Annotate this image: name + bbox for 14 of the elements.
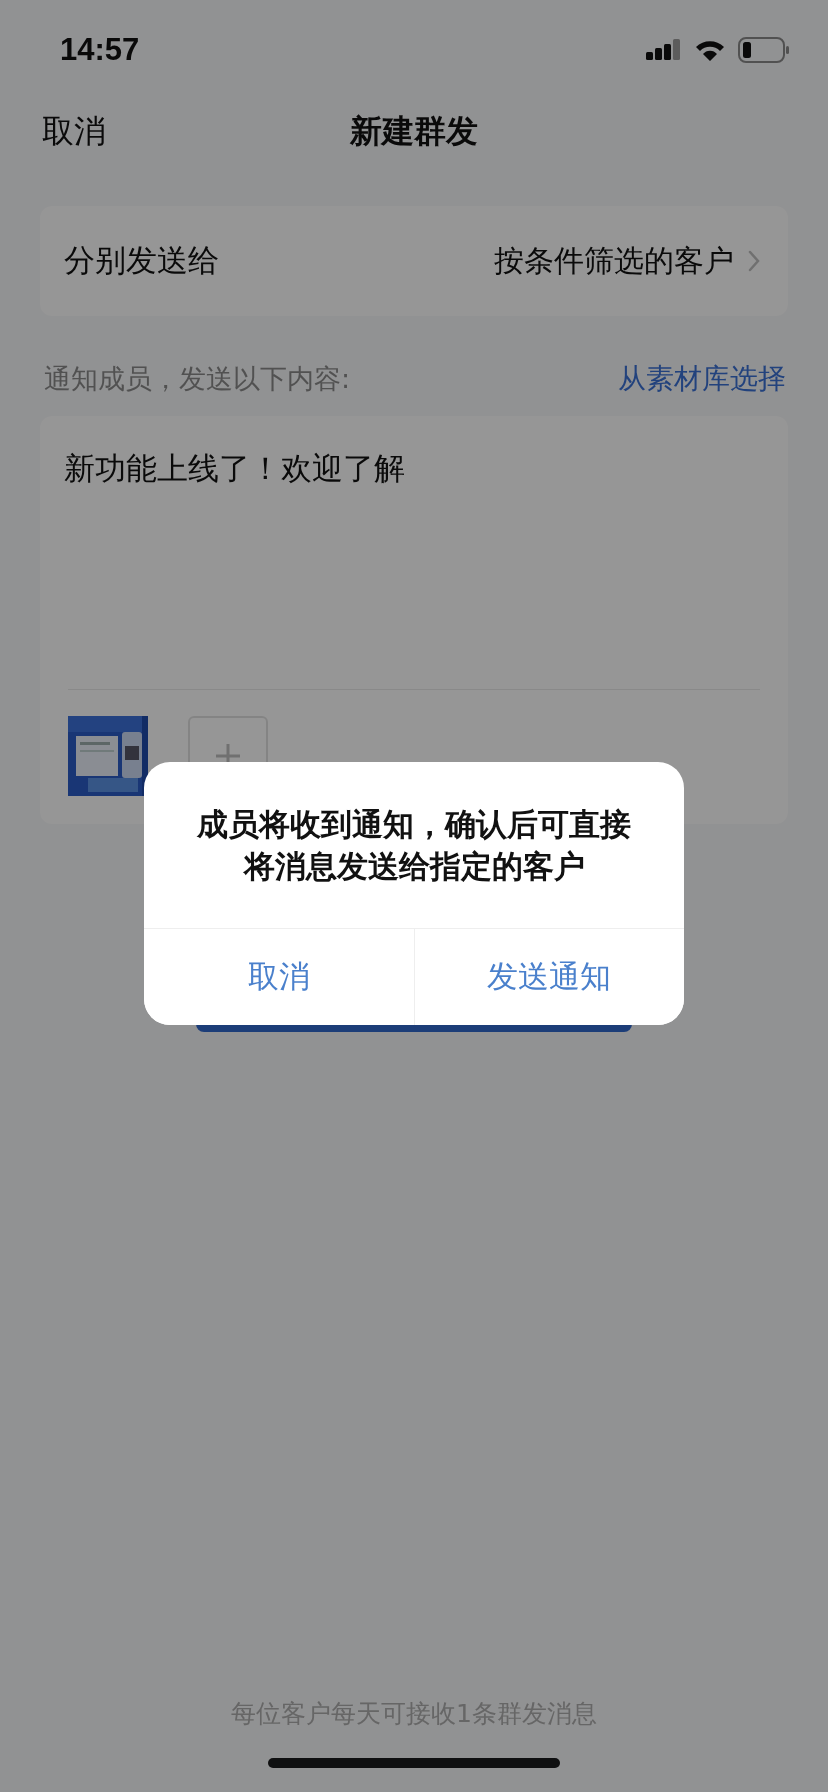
cancel-button[interactable]: 取消 xyxy=(144,928,415,1025)
row-value: 按条件筛选的客户 xyxy=(494,241,734,280)
row-label: 分别发送给 xyxy=(64,241,220,280)
section-label: 通知成员，发送以下内容: xyxy=(44,362,351,396)
dialog-message: 成员将收到通知，确认后可直接将消息发送给指定的客户 xyxy=(196,805,632,886)
chevron-icon xyxy=(748,250,760,272)
page-title: 新建群发 xyxy=(350,111,478,152)
status-time: 14:57 xyxy=(60,32,140,68)
message-text[interactable]: 新功能上线了！欢迎了解 xyxy=(64,416,764,689)
recipients-row[interactable]: 分别发送给 按条件筛选的客户 xyxy=(40,206,788,316)
signal-icon xyxy=(646,38,682,62)
battery-icon xyxy=(738,37,790,63)
cancel-link[interactable]: 取消 xyxy=(42,110,106,154)
wifi-icon xyxy=(694,38,726,62)
